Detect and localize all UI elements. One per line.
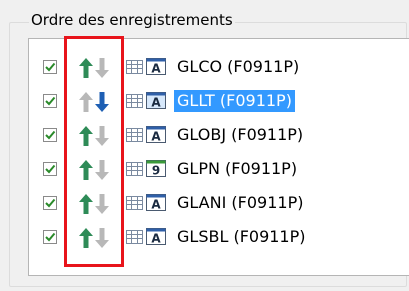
text-field-icon: A (126, 58, 168, 76)
record-label: GLSBL (F0911P) (177, 227, 306, 246)
record-label: GLLT (F0911P) (174, 90, 295, 112)
list-item[interactable]: A GLANI (F0911P) (36, 190, 409, 217)
move-down-arrow-icon[interactable] (94, 125, 110, 147)
move-down-arrow-icon[interactable] (94, 91, 110, 113)
record-checkbox[interactable] (43, 162, 57, 176)
text-field-icon: A (126, 228, 168, 246)
list-item[interactable]: A GLCO (F0911P) (36, 54, 409, 81)
text-field-icon: A (126, 126, 168, 144)
record-checkbox[interactable] (43, 128, 57, 142)
numeric-field-icon: 9 (126, 160, 168, 178)
svg-text:A: A (151, 198, 161, 212)
move-down-arrow-icon[interactable] (94, 57, 110, 79)
move-up-arrow-icon[interactable] (78, 91, 94, 113)
text-field-icon: A (126, 194, 168, 212)
svg-text:A: A (151, 130, 161, 144)
record-checkbox[interactable] (43, 196, 57, 210)
move-down-arrow-icon[interactable] (94, 227, 110, 249)
record-checkbox[interactable] (43, 60, 57, 74)
record-label: GLPN (F0911P) (177, 159, 298, 178)
move-up-arrow-icon[interactable] (78, 193, 94, 215)
record-checkbox[interactable] (43, 230, 57, 244)
text-field-icon: A (126, 92, 168, 110)
move-up-arrow-icon[interactable] (78, 57, 94, 79)
record-label: GLANI (F0911P) (177, 193, 304, 212)
record-checkbox[interactable] (43, 94, 57, 108)
move-up-arrow-icon[interactable] (78, 125, 94, 147)
svg-text:A: A (151, 96, 161, 110)
svg-text:A: A (151, 232, 161, 246)
svg-text:A: A (151, 62, 161, 76)
list-item[interactable]: A GLLT (F0911P) (36, 88, 409, 115)
move-up-arrow-icon[interactable] (78, 159, 94, 181)
group-title: Ordre des enregistrements (29, 11, 235, 29)
move-down-arrow-icon[interactable] (94, 193, 110, 215)
move-up-arrow-icon[interactable] (78, 227, 94, 249)
record-label: GLOBJ (F0911P) (177, 125, 304, 144)
list-item[interactable]: A GLSBL (F0911P) (36, 224, 409, 251)
move-down-arrow-icon[interactable] (94, 159, 110, 181)
svg-text:9: 9 (152, 164, 160, 178)
record-label: GLCO (F0911P) (177, 57, 300, 76)
list-item[interactable]: A GLOBJ (F0911P) (36, 122, 409, 149)
list-item[interactable]: 9 GLPN (F0911P) (36, 156, 409, 183)
